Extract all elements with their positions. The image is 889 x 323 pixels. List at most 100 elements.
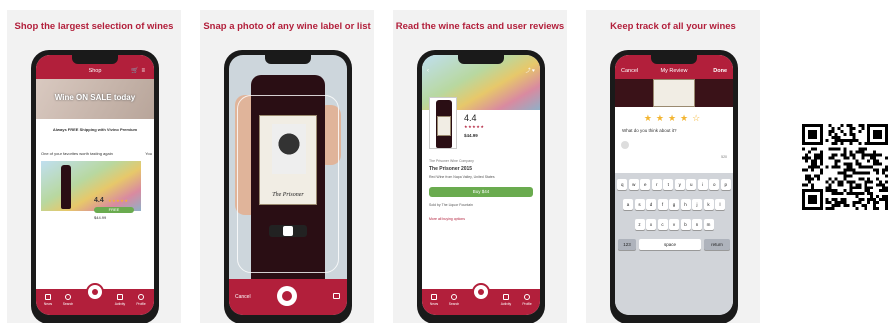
- return-key[interactable]: return: [704, 239, 730, 250]
- wine-card-image[interactable]: [41, 161, 141, 211]
- key-c[interactable]: c: [657, 219, 668, 230]
- phone-frame: 9:41 AM The Prisoner Cancel: [224, 50, 352, 323]
- share-icon[interactable]: ⤴ ♥: [526, 67, 535, 74]
- phone-frame: 9:41 AM Shop 🛒≡ Wine ON SALE today Alway…: [31, 50, 159, 323]
- wine-name: The Prisoner 2015: [429, 166, 473, 172]
- camera-icon: [282, 291, 292, 301]
- seller-text: Sold by The Liquor Fountain: [429, 203, 473, 207]
- key-b[interactable]: b: [680, 219, 691, 230]
- phone-frame: 9:41 AM ‹ ⤴ ♥ 4.4 ★★★★★ $44.99 The Priso…: [417, 50, 545, 323]
- cart-icon[interactable]: 🛒≡: [131, 67, 148, 74]
- rating-stars-input[interactable]: ★★★★☆: [615, 113, 733, 124]
- card-title: Snap a photo of any wine label or list: [203, 21, 371, 32]
- tab-search[interactable]: Search: [446, 294, 462, 306]
- scan-frame: [237, 95, 339, 273]
- shutter-button[interactable]: [277, 286, 297, 306]
- qr-code-icon: [802, 124, 888, 210]
- key-n[interactable]: n: [692, 219, 702, 230]
- key-o[interactable]: o: [709, 179, 720, 190]
- bottle-thumbnail[interactable]: [429, 97, 457, 149]
- numbers-key[interactable]: 123: [618, 239, 636, 250]
- screenshot-card-facts: Read the wine facts and user reviews 9:4…: [393, 10, 567, 323]
- back-icon[interactable]: ‹: [427, 68, 429, 74]
- phone-screen: 9:41 AM Shop 🛒≡ Wine ON SALE today Alway…: [36, 55, 154, 315]
- character-counter: 520: [721, 155, 727, 159]
- wine-region: Red Wine from Napa Valley, United States: [429, 175, 495, 179]
- key-d[interactable]: d: [646, 199, 656, 210]
- rating-stars: ★★★★★: [108, 198, 129, 203]
- key-f[interactable]: f: [657, 199, 668, 210]
- card-title: Keep track of all your wines: [610, 21, 736, 32]
- phone-notch: [265, 55, 311, 64]
- app-store-screenshots: Shop the largest selection of wines 9:41…: [0, 0, 889, 323]
- label-art: [653, 79, 695, 107]
- screenshot-card-camera: Snap a photo of any wine label or list 9…: [200, 10, 374, 323]
- wine-rating: 4.4: [464, 113, 477, 123]
- screenshot-card-shop: Shop the largest selection of wines 9:41…: [7, 10, 181, 323]
- space-key[interactable]: space: [639, 239, 701, 250]
- winery-name[interactable]: The Prisoner Wine Company: [429, 159, 474, 163]
- key-k[interactable]: k: [703, 199, 714, 210]
- section-more: You: [145, 151, 152, 156]
- wine-price: $44.99: [94, 215, 107, 220]
- key-x[interactable]: x: [646, 219, 656, 230]
- wine-price: $44.99: [464, 133, 478, 138]
- key-r[interactable]: r: [651, 179, 662, 190]
- banner-text: Wine ON SALE today: [54, 93, 136, 102]
- key-g[interactable]: g: [669, 199, 679, 210]
- tab-activity[interactable]: Activity: [498, 294, 514, 306]
- key-m[interactable]: m: [703, 219, 714, 230]
- camera-view[interactable]: 9:41 AM The Prisoner Cancel: [229, 55, 347, 315]
- camera-button[interactable]: [86, 283, 104, 301]
- tab-search[interactable]: Search: [60, 294, 76, 306]
- cancel-button[interactable]: Cancel: [235, 294, 251, 300]
- wine-label-image: [615, 79, 733, 107]
- tab-news[interactable]: News: [40, 294, 56, 306]
- buy-button[interactable]: Buy $44: [429, 187, 533, 197]
- screenshot-card-review: Keep track of all your wines 9:41 AM Can…: [586, 10, 760, 323]
- sale-banner[interactable]: Wine ON SALE today: [36, 79, 154, 119]
- key-z[interactable]: z: [634, 219, 645, 230]
- phone-notch: [458, 55, 504, 64]
- tab-activity[interactable]: Activity: [112, 294, 128, 306]
- shipping-note: Always FREE Shipping with Vivino Premium: [52, 127, 138, 132]
- review-text-input[interactable]: [615, 141, 733, 165]
- phone-screen: 9:41 AM Cancel My Review Done ★★★★☆ What…: [615, 55, 733, 315]
- key-y[interactable]: y: [674, 179, 685, 190]
- wine-bottle-image: [61, 165, 71, 209]
- wine-label-image: [437, 116, 451, 136]
- more-options-link[interactable]: More all buying options: [429, 217, 465, 221]
- key-t[interactable]: t: [663, 179, 674, 190]
- card-title: Shop the largest selection of wines: [14, 21, 174, 32]
- key-v[interactable]: v: [669, 219, 679, 230]
- key-i[interactable]: i: [697, 179, 708, 190]
- rating-stars: ★★★★★: [464, 124, 485, 129]
- phone-notch: [72, 55, 118, 64]
- key-w[interactable]: w: [628, 179, 639, 190]
- gallery-icon[interactable]: [333, 293, 340, 299]
- tab-bar: News Search Activity Profile: [422, 283, 540, 315]
- tab-profile[interactable]: Profile: [519, 294, 535, 306]
- tab-profile[interactable]: Profile: [133, 294, 149, 306]
- key-h[interactable]: h: [680, 199, 691, 210]
- camera-button[interactable]: [472, 283, 490, 301]
- card-title: Read the wine facts and user reviews: [395, 21, 565, 32]
- key-a[interactable]: a: [623, 199, 633, 210]
- key-s[interactable]: s: [634, 199, 645, 210]
- tab-bar: News Search Activity Profile: [36, 283, 154, 315]
- phone-frame: 9:41 AM Cancel My Review Done ★★★★☆ What…: [610, 50, 738, 323]
- section-title: One of your favorites worth tasting agai…: [41, 151, 113, 156]
- tab-news[interactable]: News: [426, 294, 442, 306]
- wine-rating: 4.4: [94, 197, 104, 204]
- key-j[interactable]: j: [692, 199, 702, 210]
- phone-screen: 9:41 AM ‹ ⤴ ♥ 4.4 ★★★★★ $44.99 The Priso…: [422, 55, 540, 315]
- key-e[interactable]: e: [640, 179, 651, 190]
- price-button[interactable]: FREE: [94, 207, 134, 213]
- mode-switch[interactable]: [269, 225, 307, 237]
- key-u[interactable]: u: [686, 179, 697, 190]
- done-button[interactable]: Done: [713, 68, 727, 74]
- mode-label[interactable]: [283, 226, 293, 236]
- key-p[interactable]: p: [720, 179, 731, 190]
- key-q[interactable]: q: [617, 179, 628, 190]
- key-l[interactable]: l: [715, 199, 725, 210]
